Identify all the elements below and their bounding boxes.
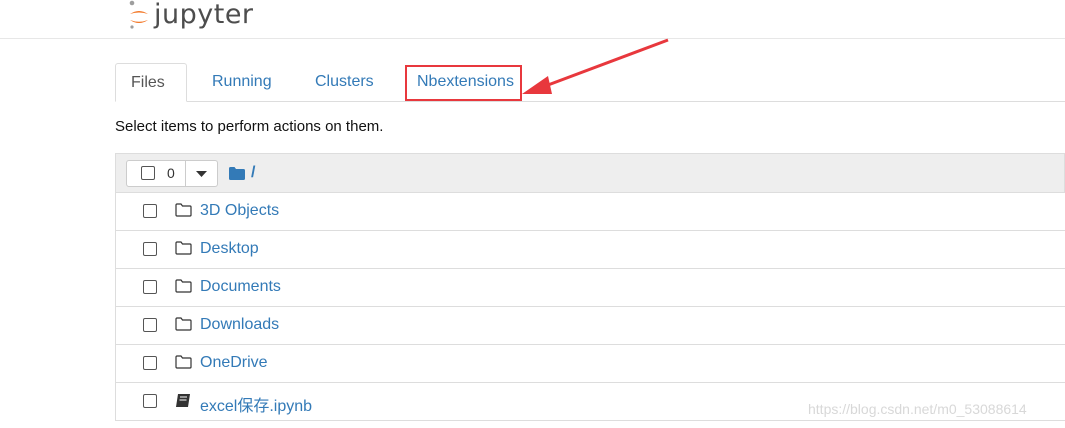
item-checkbox[interactable] <box>143 204 157 218</box>
folder-icon <box>175 317 192 331</box>
caret-down-icon <box>196 171 207 177</box>
jupyter-logo-icon <box>129 0 148 29</box>
folder-icon <box>175 279 192 293</box>
file-list: 0 / 3D Objects Desktop Documents Downloa… <box>115 153 1065 421</box>
item-name[interactable]: 3D Objects <box>200 202 279 220</box>
selected-count: 0 <box>167 165 175 181</box>
item-name[interactable]: Downloads <box>200 316 279 334</box>
select-all-checkbox[interactable] <box>141 166 155 180</box>
annotation-highlight-box <box>405 65 522 101</box>
folder-icon <box>175 241 192 255</box>
folder-solid-icon <box>229 166 245 180</box>
tab-bar: Files Running Clusters Nbextensions <box>115 63 1065 102</box>
list-item[interactable]: OneDrive <box>115 345 1065 383</box>
notebook-icon <box>176 394 190 407</box>
watermark-text: https://blog.csdn.net/m0_53088614 <box>808 401 1027 417</box>
tab-clusters[interactable]: Clusters <box>300 63 389 101</box>
item-checkbox[interactable] <box>143 318 157 332</box>
item-checkbox[interactable] <box>143 280 157 294</box>
item-name[interactable]: excel保存.ipynb <box>200 392 312 416</box>
list-toolbar: 0 / <box>115 153 1065 193</box>
list-item[interactable]: 3D Objects <box>115 193 1065 231</box>
tab-files[interactable]: Files <box>115 63 187 102</box>
item-checkbox[interactable] <box>143 242 157 256</box>
select-dropdown-button[interactable] <box>186 160 218 187</box>
list-item[interactable]: Downloads <box>115 307 1065 345</box>
list-item[interactable]: Documents <box>115 269 1065 307</box>
item-name[interactable]: OneDrive <box>200 354 268 372</box>
item-name[interactable]: Documents <box>200 278 281 296</box>
folder-icon <box>175 355 192 369</box>
breadcrumb[interactable]: / <box>229 164 255 182</box>
list-item[interactable]: Desktop <box>115 231 1065 269</box>
instruction-text: Select items to perform actions on them. <box>115 118 384 135</box>
folder-icon <box>175 203 192 217</box>
breadcrumb-root[interactable]: / <box>251 164 255 182</box>
item-name[interactable]: Desktop <box>200 240 259 258</box>
logo-text: jupyter <box>154 0 254 30</box>
item-checkbox[interactable] <box>143 356 157 370</box>
tab-running[interactable]: Running <box>197 63 287 101</box>
select-all-button[interactable]: 0 <box>126 160 186 187</box>
jupyter-logo[interactable]: jupyter <box>128 0 254 34</box>
header: jupyter <box>0 0 1065 39</box>
item-checkbox[interactable] <box>143 394 157 408</box>
